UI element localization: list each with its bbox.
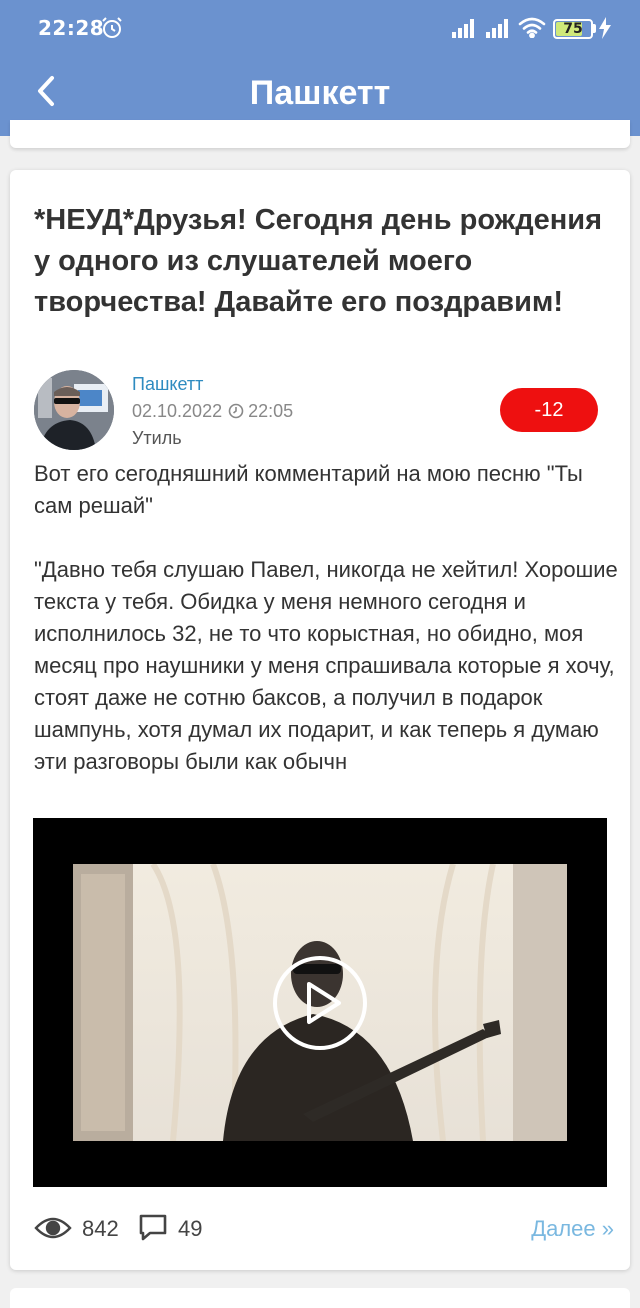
wifi-icon	[518, 17, 546, 38]
rating-badge: -12	[500, 388, 598, 432]
views-count: 842	[82, 1216, 119, 1241]
author-avatar[interactable]	[34, 370, 114, 450]
post-time: 22:05	[248, 401, 294, 421]
post-body-content: Вот его сегодняшний комментарий на мою п…	[34, 461, 618, 774]
avatar-image	[34, 370, 114, 450]
post-date: 02.10.2022	[132, 401, 223, 421]
post-body-text: Вот его сегодняшний комментарий на мою п…	[34, 458, 618, 778]
comment-icon[interactable]	[138, 1212, 168, 1242]
post-category[interactable]: Утиль	[132, 428, 182, 449]
cellular-signal-icon	[452, 19, 474, 38]
post-title[interactable]: *НЕУД*Друзья! Сегодня день рождения у од…	[34, 200, 614, 323]
cellular-signal-icon-2	[486, 19, 508, 38]
next-post-card[interactable]	[10, 1288, 630, 1308]
page-title: Пашкетт	[249, 74, 391, 112]
comments-count[interactable]: 49	[178, 1216, 202, 1242]
previous-post-card[interactable]	[10, 120, 630, 148]
post-card: *НЕУД*Друзья! Сегодня день рождения у од…	[10, 170, 630, 1270]
status-bar: 22:28 75	[0, 0, 640, 56]
alarm-icon	[102, 17, 122, 38]
read-more-link[interactable]: Далее »	[531, 1216, 614, 1242]
battery-icon: 75	[553, 19, 593, 39]
battery-percent: 75	[563, 21, 583, 37]
eye-icon	[34, 1217, 72, 1239]
author-name-link[interactable]: Пашкетт	[132, 374, 203, 395]
battery-tip	[593, 24, 596, 33]
app-header: 22:28 75 Пашкетт	[0, 0, 640, 136]
clock-icon	[228, 403, 244, 419]
play-icon[interactable]	[271, 954, 369, 1052]
post-datetime: 02.10.2022 22:05	[132, 401, 293, 422]
post-stats: 842 49 Далее »	[34, 1210, 614, 1246]
charging-bolt-icon	[599, 17, 611, 39]
video-player[interactable]	[33, 818, 607, 1187]
status-time: 22:28	[38, 16, 105, 40]
